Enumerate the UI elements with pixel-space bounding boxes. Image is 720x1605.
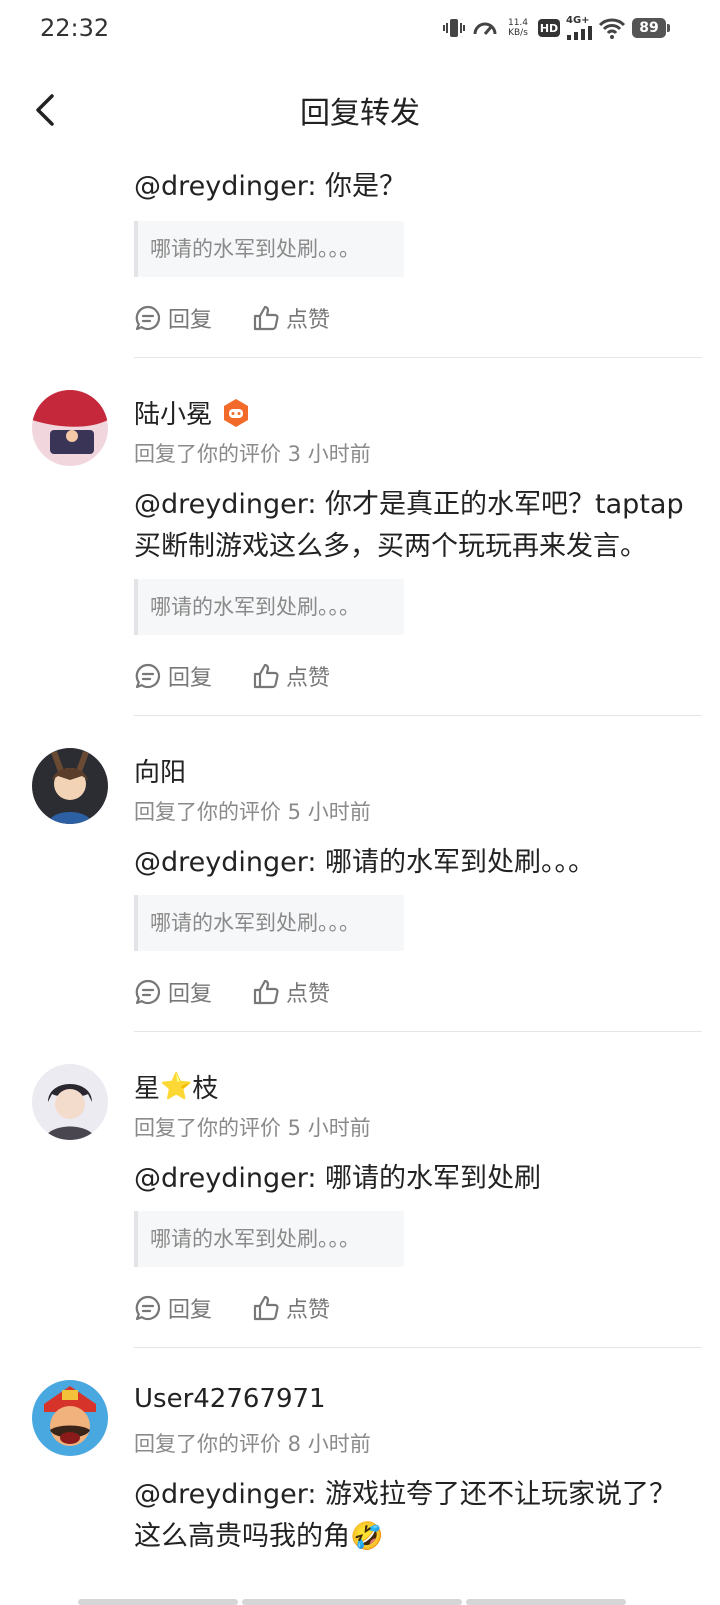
speedometer-icon [472,16,498,40]
reply-meta: 回复了你的评价 8 小时前 [134,1432,371,1456]
status-time: 22:32 [40,14,110,42]
like-button[interactable]: 点赞 [252,302,330,334]
reply-content: @dreydinger: 哪请的水军到处刷。。。 [134,847,596,878]
reply-label: 回复 [168,666,213,691]
like-button[interactable]: 点赞 [252,1292,330,1324]
reply-button[interactable]: 回复 [134,1292,212,1324]
signal-icon: 4G+ [566,16,592,40]
divider [134,1347,702,1348]
username-text-part2: 枝 [192,1074,219,1104]
username[interactable]: User42767971 [134,1384,326,1414]
reply-actions: 回复 点赞 [134,972,330,1012]
header: 回复转发 [0,70,720,150]
username[interactable]: 陆小冕 [134,394,252,431]
reply-label: 回复 [168,308,213,333]
reply-actions: 回复 点赞 [134,298,330,338]
game-controller-badge-icon [224,398,249,427]
reply-actions: 回复 点赞 [134,656,330,696]
net-speed-unit: KB/s [508,28,528,38]
comment-icon [135,979,161,1005]
battery-indicator: 89 [632,18,670,38]
like-label: 点赞 [286,982,331,1007]
reply-meta: 回复了你的评价 3 小时前 [134,442,371,466]
like-button[interactable]: 点赞 [252,976,330,1008]
thumbs-up-icon [253,305,279,331]
comment-icon [135,305,161,331]
username-text: 陆小冕 [134,400,213,430]
username-text-part1: 星 [134,1074,161,1104]
thumbs-up-icon [253,663,279,689]
comment-icon [135,663,161,689]
reply-meta: 回复了你的评价 5 小时前 [134,800,371,824]
quoted-review[interactable]: 哪请的水军到处刷。。。 [134,895,404,951]
divider [134,357,702,358]
like-label: 点赞 [286,1298,331,1323]
thumbs-up-icon [253,979,279,1005]
username[interactable]: 星 ⭐ 枝 [134,1068,218,1105]
reply-button[interactable]: 回复 [134,660,212,692]
username-text: 向阳 [134,758,187,788]
divider [134,1031,702,1032]
reply-content: @dreydinger: 哪请的水军到处刷 [134,1163,542,1194]
like-label: 点赞 [286,666,331,691]
wifi-icon [598,16,626,40]
comment-icon [135,1295,161,1321]
network-type: 4G+ [566,15,590,26]
reply-label: 回复 [168,982,213,1007]
net-speed: 11.4 KB/s [504,18,532,38]
reply-button[interactable]: 回复 [134,976,212,1008]
reply-content: @dreydinger: 你是？ [134,171,407,202]
reply-button[interactable]: 回复 [134,302,212,334]
reply-content: @dreydinger: 游戏拉夸了还不让玩家说了？这么高贵吗我的角🤣 [134,1479,677,1552]
quoted-review[interactable]: 哪请的水军到处刷。。。 [134,579,404,635]
quoted-review[interactable]: 哪请的水军到处刷。。。 [134,1211,404,1267]
bottom-indicator [0,1599,720,1605]
like-button[interactable]: 点赞 [252,660,330,692]
status-icons: 11.4 KB/s HD 4G+ 89 [442,14,670,42]
status-bar: 22:32 11.4 KB/s HD 4G+ 89 [0,0,720,60]
avatar[interactable] [32,748,108,824]
divider [134,715,702,716]
hd-badge: HD [538,19,560,37]
reply-label: 回复 [168,1298,213,1323]
avatar[interactable] [32,1064,108,1140]
reply-content: @dreydinger: 你才是真正的水军吧？taptap买断制游戏这么多，买两… [134,489,684,562]
reply-actions: 回复 点赞 [134,1288,330,1328]
page-title: 回复转发 [300,96,420,131]
thumbs-up-icon [253,1295,279,1321]
net-speed-value: 11.4 [507,18,529,28]
reply-meta: 回复了你的评价 5 小时前 [134,1116,371,1140]
avatar[interactable] [32,390,108,466]
quoted-review[interactable]: 哪请的水军到处刷。。。 [134,221,404,277]
username-text: User42767971 [134,1384,326,1414]
star-emoji-icon: ⭐ [160,1071,193,1102]
vibrate-icon [442,16,466,40]
avatar[interactable] [32,1380,108,1456]
username[interactable]: 向阳 [134,752,186,789]
like-label: 点赞 [286,308,331,333]
